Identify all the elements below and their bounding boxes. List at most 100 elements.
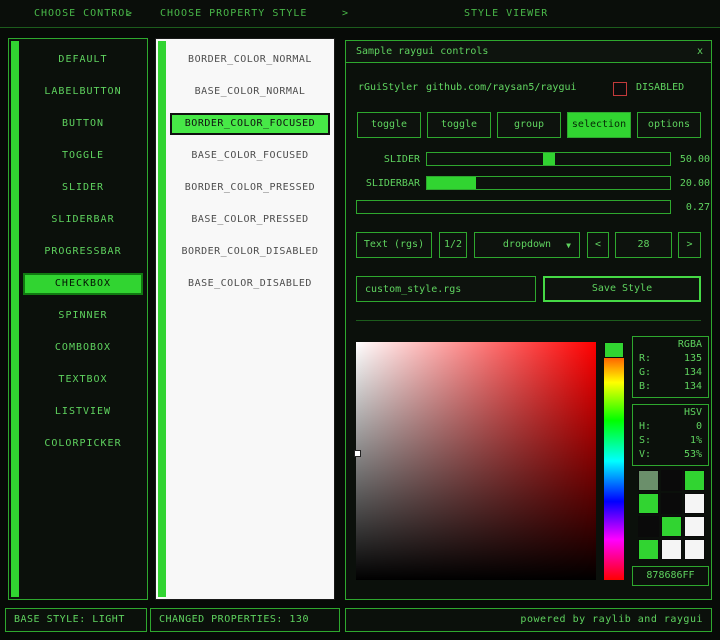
- sliderbar-track[interactable]: [426, 176, 671, 190]
- viewer-body: rGuiStyler github.com/raysan5/raygui DIS…: [346, 64, 711, 599]
- hsv-h-label: H:: [639, 421, 651, 435]
- controls-list: DEFAULT LABELBUTTON BUTTON TOGGLE SLIDER…: [23, 49, 143, 465]
- slider-track[interactable]: [426, 152, 671, 166]
- sliderbar-label: SLIDERBAR: [348, 178, 420, 189]
- color-swatch[interactable]: [684, 493, 705, 514]
- rgba-r-value: 135: [684, 353, 702, 367]
- toggle-button-options[interactable]: options: [637, 112, 701, 138]
- color-picker-cursor[interactable]: [354, 450, 361, 457]
- controls-scrollbar[interactable]: [11, 41, 19, 597]
- color-swatch[interactable]: [638, 493, 659, 514]
- slider-value: 50.00: [676, 154, 710, 165]
- rguistyler-app: CHOOSE CONTROL > CHOOSE PROPERTY STYLE >…: [0, 0, 720, 640]
- property-item-base-color-focused[interactable]: BASE_COLOR_FOCUSED: [170, 145, 330, 167]
- dropdown-label: dropdown: [503, 239, 551, 250]
- hex-color-value[interactable]: 878686FF: [632, 566, 709, 586]
- brand-row: rGuiStyler github.com/raysan5/raygui DIS…: [346, 82, 711, 100]
- section-divider: [356, 320, 701, 321]
- toggle-button-group[interactable]: group: [497, 112, 561, 138]
- disabled-checkbox-label: DISABLED: [636, 82, 684, 93]
- disabled-checkbox[interactable]: [613, 82, 627, 96]
- status-powered-by: powered by raylib and raygui: [345, 608, 712, 632]
- color-swatch-grid: [638, 470, 705, 560]
- controls-list-panel: DEFAULT LABELBUTTON BUTTON TOGGLE SLIDER…: [8, 38, 148, 600]
- hsv-v-value: 53%: [684, 449, 702, 463]
- breadcrumb-choose-property-style: CHOOSE PROPERTY STYLE: [160, 8, 307, 19]
- dropdown-box[interactable]: dropdown ▼: [474, 232, 580, 258]
- properties-list: BORDER_COLOR_NORMAL BASE_COLOR_NORMAL BO…: [170, 49, 330, 305]
- color-swatch[interactable]: [684, 539, 705, 560]
- property-item-border-color-pressed[interactable]: BORDER_COLOR_PRESSED: [170, 177, 330, 199]
- sliderbar-row: SLIDERBAR 20.00: [346, 176, 711, 191]
- control-item-slider[interactable]: SLIDER: [23, 177, 143, 199]
- breadcrumb-chevron-icon: >: [342, 8, 348, 19]
- github-link[interactable]: github.com/raysan5/raygui: [426, 82, 577, 93]
- property-item-border-color-disabled[interactable]: BORDER_COLOR_DISABLED: [170, 241, 330, 263]
- color-swatch[interactable]: [684, 470, 705, 491]
- sliderbar-fill: [427, 177, 476, 189]
- properties-list-panel: BORDER_COLOR_NORMAL BASE_COLOR_NORMAL BO…: [155, 38, 335, 600]
- viewer-titlebar[interactable]: Sample raygui controls x: [346, 41, 711, 63]
- control-item-listview[interactable]: LISTVIEW: [23, 401, 143, 423]
- control-item-sliderbar[interactable]: SLIDERBAR: [23, 209, 143, 231]
- color-swatch[interactable]: [661, 539, 682, 560]
- toggle-button-1[interactable]: toggle: [357, 112, 421, 138]
- color-swatch[interactable]: [638, 470, 659, 491]
- file-row: Save Style: [346, 276, 711, 302]
- close-icon[interactable]: x: [697, 41, 703, 62]
- property-item-border-color-focused[interactable]: BORDER_COLOR_FOCUSED: [170, 113, 330, 135]
- spinner-decrement-button[interactable]: <: [587, 232, 609, 258]
- save-style-button[interactable]: Save Style: [543, 276, 701, 302]
- text-rgs-button[interactable]: Text (rgs): [356, 232, 432, 258]
- spinner-value-box[interactable]: 28: [615, 232, 672, 258]
- properties-scrollbar[interactable]: [158, 41, 166, 597]
- dropdown-arrow-icon: ▼: [566, 233, 571, 259]
- top-toolbar: CHOOSE CONTROL > CHOOSE PROPERTY STYLE >…: [0, 0, 720, 28]
- property-item-border-color-normal[interactable]: BORDER_COLOR_NORMAL: [170, 49, 330, 71]
- property-item-base-color-disabled[interactable]: BASE_COLOR_DISABLED: [170, 273, 330, 295]
- half-toggle-button[interactable]: 1/2: [439, 232, 467, 258]
- color-picker-area[interactable]: [356, 342, 596, 580]
- style-filename-input[interactable]: [356, 276, 536, 302]
- app-brand-label: rGuiStyler: [358, 82, 418, 93]
- rgba-b-label: B:: [639, 381, 651, 395]
- control-item-default[interactable]: DEFAULT: [23, 49, 143, 71]
- hue-selector[interactable]: [604, 342, 624, 358]
- control-item-combobox[interactable]: COMBOBOX: [23, 337, 143, 359]
- toggle-group: toggle toggle group selection options: [357, 112, 701, 138]
- spinner-increment-button[interactable]: >: [678, 232, 701, 258]
- hsv-s-value: 1%: [690, 435, 702, 449]
- hsv-v-label: V:: [639, 449, 651, 463]
- control-item-textbox[interactable]: TEXTBOX: [23, 369, 143, 391]
- breadcrumb-chevron-icon: >: [126, 8, 132, 19]
- slider-handle[interactable]: [543, 153, 555, 165]
- style-viewer-window: Sample raygui controls x rGuiStyler gith…: [345, 40, 712, 600]
- control-item-checkbox[interactable]: CHECKBOX: [23, 273, 143, 295]
- rgba-r-label: R:: [639, 353, 651, 367]
- color-swatch[interactable]: [638, 539, 659, 560]
- color-swatch[interactable]: [638, 516, 659, 537]
- control-item-labelbutton[interactable]: LABELBUTTON: [23, 81, 143, 103]
- color-swatch[interactable]: [684, 516, 705, 537]
- control-item-progressbar[interactable]: PROGRESSBAR: [23, 241, 143, 263]
- progressbar-track: [356, 200, 671, 214]
- control-item-toggle[interactable]: TOGGLE: [23, 145, 143, 167]
- color-swatch[interactable]: [661, 493, 682, 514]
- sliderbar-value: 20.00: [676, 178, 710, 189]
- color-swatch[interactable]: [661, 470, 682, 491]
- status-changed-properties: CHANGED PROPERTIES: 130: [150, 608, 340, 632]
- property-item-base-color-pressed[interactable]: BASE_COLOR_PRESSED: [170, 209, 330, 231]
- toggle-button-2[interactable]: toggle: [427, 112, 491, 138]
- toggle-button-selection[interactable]: selection: [567, 112, 631, 138]
- control-item-colorpicker[interactable]: COLORPICKER: [23, 433, 143, 455]
- color-swatch[interactable]: [661, 516, 682, 537]
- property-item-base-color-normal[interactable]: BASE_COLOR_NORMAL: [170, 81, 330, 103]
- rgba-g-value: 134: [684, 367, 702, 381]
- rgba-info-box: RGBA R:135 G:134 B:134: [632, 336, 709, 398]
- hue-bar[interactable]: [604, 342, 624, 580]
- progressbar-value: 0.27: [676, 202, 710, 213]
- rgba-g-label: G:: [639, 367, 651, 381]
- control-item-spinner[interactable]: SPINNER: [23, 305, 143, 327]
- control-item-button[interactable]: BUTTON: [23, 113, 143, 135]
- hsv-info-box: HSV H:0 S:1% V:53%: [632, 404, 709, 466]
